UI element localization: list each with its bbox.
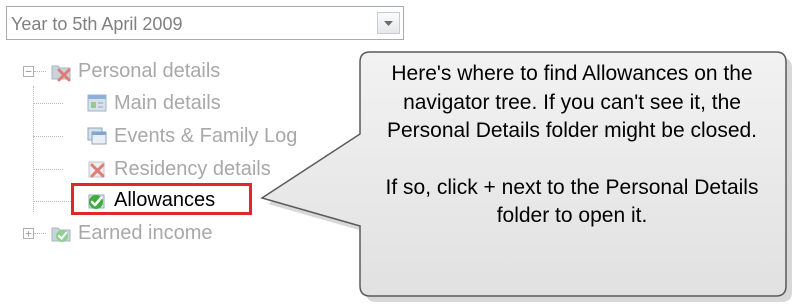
callout-paragraph: Here's where to find Allowances on the n… xyxy=(386,62,758,142)
callout-paragraph-gap xyxy=(360,146,784,174)
callout-paragraph: If so, click + next to the Personal Deta… xyxy=(385,175,759,228)
help-screenshot: Year to 5th April 2009 − Personal detail… xyxy=(0,0,797,307)
callout-text: Here's where to find Allowances on the n… xyxy=(360,60,784,231)
tooltip-callout: Here's where to find Allowances on the n… xyxy=(0,0,797,307)
